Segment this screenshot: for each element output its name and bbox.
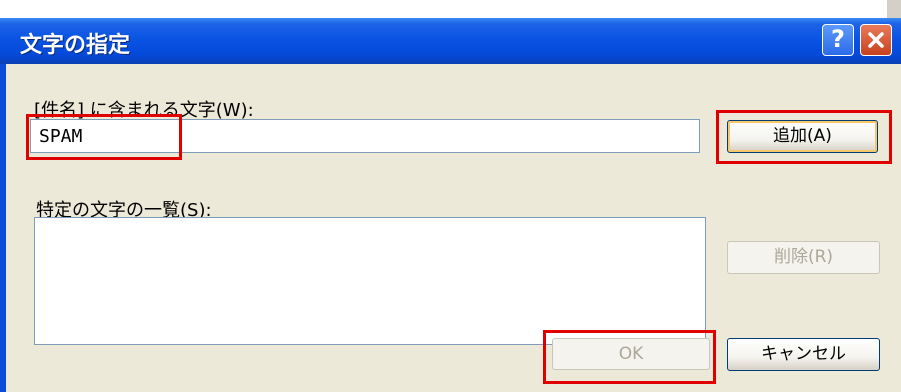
help-icon: ? [831, 25, 845, 53]
cancel-button[interactable]: キャンセル [727, 338, 880, 371]
help-button[interactable]: ? [822, 24, 854, 56]
close-button[interactable] [860, 24, 892, 56]
background-window-strip [0, 0, 901, 18]
highlight-spam-input [26, 114, 182, 160]
highlight-add-button [716, 110, 892, 164]
delete-button[interactable]: 削除(R) [727, 241, 880, 274]
dialog-title: 文字の指定 [20, 33, 131, 58]
character-list[interactable] [34, 217, 706, 345]
dialog-window: 文字の指定 ? [件名] に含まれる文字(W): 特定の文字の一覧(S): SP… [0, 18, 901, 392]
title-bar: 文字の指定 ? [0, 18, 901, 64]
background-scrollbar-edge [887, 0, 901, 18]
highlight-ok-button [543, 330, 716, 384]
close-icon [868, 32, 884, 48]
